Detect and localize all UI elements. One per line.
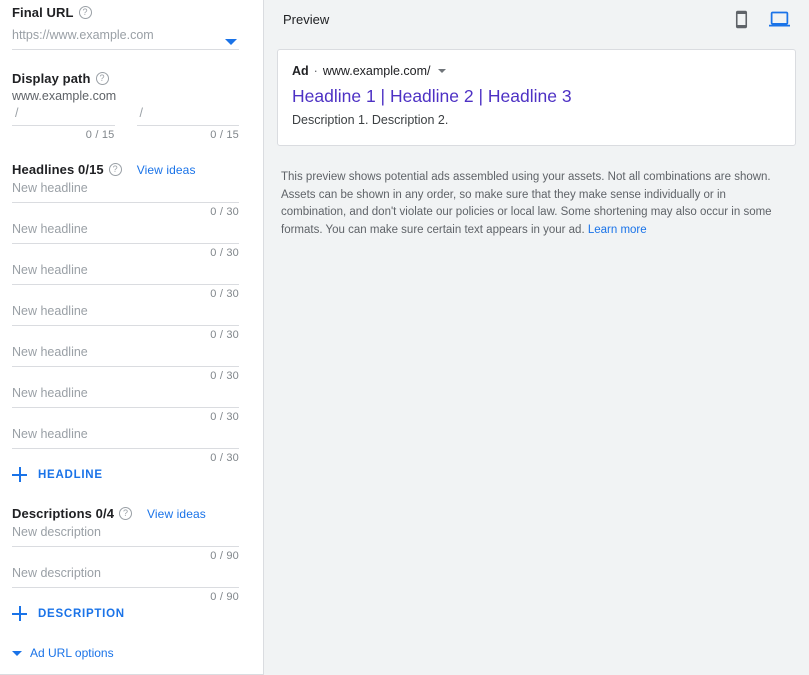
final-url-section: Final URL ? https://www.example.com [12, 0, 239, 50]
smartphone-icon[interactable] [732, 10, 751, 29]
final-url-label: Final URL [12, 5, 74, 20]
laptop-icon[interactable] [769, 9, 790, 30]
headline-counter: 0 / 30 [12, 449, 239, 464]
headlines-heading: Headlines 0/15 ? View ideas [12, 162, 239, 177]
display-path-input-1[interactable]: / [12, 105, 115, 126]
preview-panel: Preview Ad · www.example. [264, 0, 809, 675]
help-circle-icon[interactable]: ? [109, 163, 122, 176]
display-path-host: www.example.com [12, 86, 239, 104]
headline-field[interactable]: New headline [12, 218, 239, 244]
preview-disclaimer-text: This preview shows potential ads assembl… [281, 171, 772, 236]
headlines-view-ideas-link[interactable]: View ideas [137, 163, 196, 177]
description-field[interactable]: New description [12, 562, 239, 588]
description-row: New description0 / 90 [12, 562, 239, 603]
preview-header: Preview [277, 0, 796, 32]
add-headline-button[interactable]: HEADLINE [12, 464, 239, 485]
headline-row: New headline0 / 30 [12, 218, 239, 259]
headline-counter: 0 / 30 [12, 285, 239, 300]
plus-icon [12, 467, 27, 482]
ad-preview-url-row: Ad · www.example.com/ [292, 63, 781, 79]
headline-input[interactable]: New headline [12, 423, 239, 448]
final-url-field[interactable]: https://www.example.com [12, 24, 239, 50]
headline-input[interactable]: New headline [12, 382, 239, 407]
descriptions-section: Descriptions 0/4 ? View ideas New descri… [12, 506, 239, 624]
description-counter: 0 / 90 [12, 588, 239, 603]
ad-display-url: www.example.com/ [323, 63, 431, 79]
headline-input[interactable]: New headline [12, 300, 239, 325]
headline-field[interactable]: New headline [12, 259, 239, 285]
headline-field[interactable]: New headline [12, 300, 239, 326]
ad-editor-screen: Final URL ? https://www.example.com Disp… [0, 0, 809, 675]
headline-row: New headline0 / 30 [12, 382, 239, 423]
headline-counter: 0 / 30 [12, 367, 239, 382]
headline-field[interactable]: New headline [12, 341, 239, 367]
help-circle-icon[interactable]: ? [119, 507, 132, 520]
headline-row: New headline0 / 30 [12, 259, 239, 300]
description-rows: New description0 / 90New description0 / … [12, 521, 239, 603]
chevron-down-icon [12, 651, 22, 656]
display-path-segments: / 0 / 15 / 0 / 15 [12, 105, 239, 141]
descriptions-label: Descriptions 0/4 [12, 506, 114, 521]
headline-field[interactable]: New headline [12, 423, 239, 449]
headline-row: New headline0 / 30 [12, 423, 239, 464]
device-toggle-group [732, 9, 792, 30]
preview-disclaimer: This preview shows potential ads assembl… [277, 169, 796, 239]
headline-field[interactable]: New headline [12, 382, 239, 408]
headline-row: New headline0 / 30 [12, 177, 239, 218]
display-path-segment-2[interactable]: / 0 / 15 [137, 105, 240, 141]
preview-title: Preview [283, 12, 329, 27]
headline-field[interactable]: New headline [12, 177, 239, 203]
headline-counter: 0 / 30 [12, 326, 239, 341]
headline-input[interactable]: New headline [12, 259, 239, 284]
headline-counter: 0 / 30 [12, 408, 239, 423]
descriptions-view-ideas-link[interactable]: View ideas [147, 507, 206, 521]
learn-more-link[interactable]: Learn more [588, 224, 647, 236]
add-description-button[interactable]: DESCRIPTION [12, 603, 239, 624]
description-field[interactable]: New description [12, 521, 239, 547]
description-row: New description0 / 90 [12, 521, 239, 562]
headline-input[interactable]: New headline [12, 218, 239, 243]
headlines-section: Headlines 0/15 ? View ideas New headline… [12, 162, 239, 485]
display-path-segment-1[interactable]: / 0 / 15 [12, 105, 115, 141]
chevron-down-icon[interactable] [438, 69, 446, 73]
headline-counter: 0 / 30 [12, 244, 239, 259]
plus-icon [12, 606, 27, 621]
description-counter: 0 / 90 [12, 547, 239, 562]
display-path-counter-1: 0 / 15 [12, 126, 115, 141]
help-circle-icon[interactable]: ? [96, 72, 109, 85]
ad-description: Description 1. Description 2. [292, 112, 781, 129]
ad-url-options-toggle[interactable]: Ad URL options [12, 646, 239, 660]
description-input[interactable]: New description [12, 562, 239, 587]
display-path-label: Display path [12, 71, 91, 86]
ad-headline[interactable]: Headline 1 | Headline 2 | Headline 3 [292, 84, 781, 108]
headline-row: New headline0 / 30 [12, 341, 239, 382]
ad-url-options-label: Ad URL options [30, 646, 114, 660]
final-url-heading: Final URL ? [12, 5, 239, 20]
headline-row: New headline0 / 30 [12, 300, 239, 341]
add-description-label: DESCRIPTION [38, 608, 125, 620]
ad-separator-dot: · [314, 63, 318, 79]
headline-counter: 0 / 30 [12, 203, 239, 218]
headline-input[interactable]: New headline [12, 341, 239, 366]
description-input[interactable]: New description [12, 521, 239, 546]
display-path-section: Display path ? www.example.com / 0 / 15 … [12, 71, 239, 141]
add-headline-label: HEADLINE [38, 469, 103, 481]
ad-preview-card: Ad · www.example.com/ Headline 1 | Headl… [277, 49, 796, 146]
help-circle-icon[interactable]: ? [79, 6, 92, 19]
chevron-down-icon[interactable] [225, 39, 237, 45]
display-path-heading: Display path ? [12, 71, 239, 86]
descriptions-heading: Descriptions 0/4 ? View ideas [12, 506, 239, 521]
display-path-counter-2: 0 / 15 [137, 126, 240, 141]
headline-input[interactable]: New headline [12, 177, 239, 202]
headlines-label: Headlines 0/15 [12, 162, 104, 177]
ad-editor-panel: Final URL ? https://www.example.com Disp… [0, 0, 264, 675]
ad-badge: Ad [292, 63, 309, 79]
final-url-input[interactable]: https://www.example.com [12, 24, 239, 49]
headline-rows: New headline0 / 30New headline0 / 30New … [12, 177, 239, 464]
display-path-input-2[interactable]: / [137, 105, 240, 126]
